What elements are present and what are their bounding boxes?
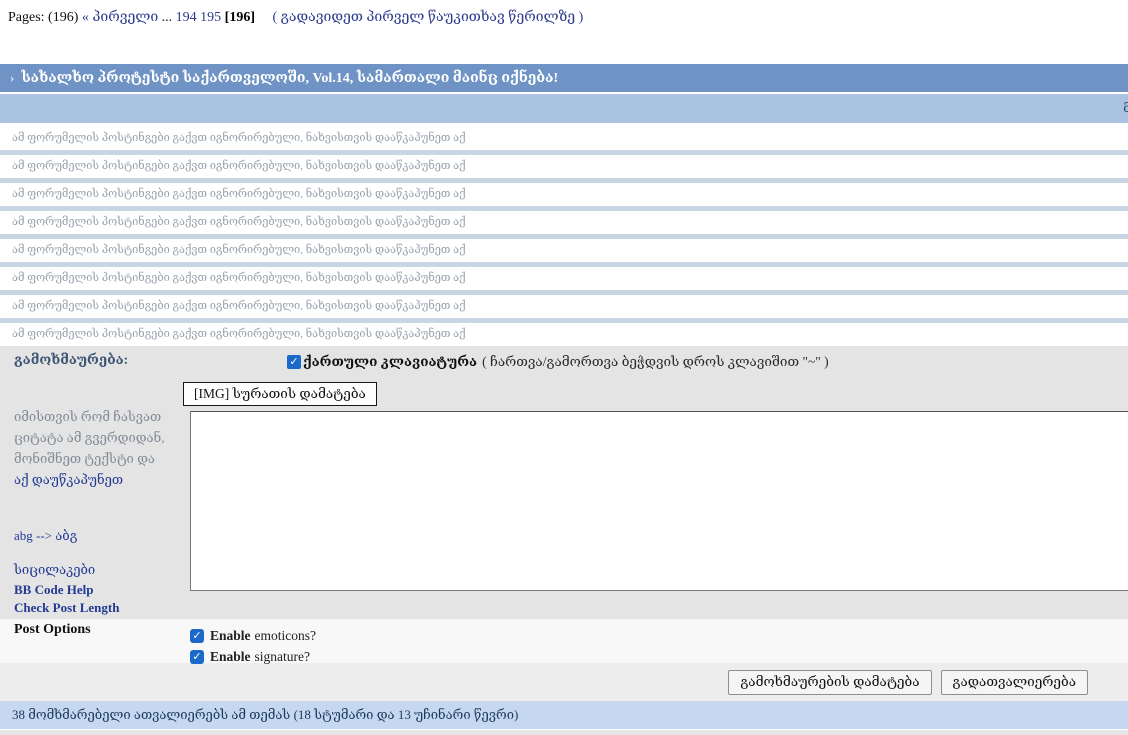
reply-form: გამოხმაურება: ✓ ქართული კლავიატურა ( ჩარ… xyxy=(0,346,1128,619)
post-options-section: Post Options ✓ Enable emoticons? ✓ Enabl… xyxy=(0,619,1128,664)
page-194-link[interactable]: 194 xyxy=(176,10,197,25)
topic-viewers-bar: 38 მომხმარებელი ათვალიერებს ამ თემას (18… xyxy=(0,701,1128,729)
first-page-link[interactable]: « პირველი xyxy=(82,10,158,25)
topic-viewers-text: 38 მომხმარებელი ათვალიერებს ამ თემას (18… xyxy=(12,707,519,722)
subbar-cut-text: მი xyxy=(1123,101,1128,115)
option-label-rest: emoticons? xyxy=(254,627,316,643)
quote-hint-line: იმისთვის რომ ჩასვათ xyxy=(14,409,162,424)
ignored-post-row[interactable]: ამ ფორუმელის პოსტინგები გაქვთ იგნორირებუ… xyxy=(0,155,1128,178)
enable-emoticons-checkbox[interactable]: ✓ xyxy=(190,628,204,643)
ignored-post-row[interactable]: ამ ფორუმელის პოსტინგები გაქვთ იგნორირებუ… xyxy=(0,323,1128,346)
georgian-keyboard-row: ✓ ქართული კლავიატურა ( ჩართვა/გამორთვა ბ… xyxy=(287,354,829,370)
goto-unread-link[interactable]: ( გადავიდეთ პირველ წაუკითხავ წერილზე ) xyxy=(272,10,583,25)
abg-translit-link[interactable]: abg --> აბგ xyxy=(14,528,77,544)
insert-quote-link[interactable]: აქ დაუწკაპუნეთ xyxy=(14,469,164,490)
quote-hint-line: მონიშნეთ ტექსტი და xyxy=(14,451,155,466)
add-reply-button[interactable]: გამოხმაურების დამატება xyxy=(728,669,932,695)
ignored-post-row[interactable]: ამ ფორუმელის პოსტინგები გაქვთ იგნორირებუ… xyxy=(0,295,1128,318)
ignored-post-row[interactable]: ამ ფორუმელის პოსტინგები გაქვთ იგნორირებუ… xyxy=(0,127,1128,150)
post-options-list: ✓ Enable emoticons? ✓ Enable signature? xyxy=(190,625,316,667)
ignored-post-row[interactable]: ამ ფორუმელის პოსტინგები გაქვთ იგნორირებუ… xyxy=(0,267,1128,290)
reply-label: გამოხმაურება: xyxy=(14,352,129,367)
enable-emoticons-row: ✓ Enable emoticons? xyxy=(190,625,316,646)
quote-hint: იმისთვის რომ ჩასვათ ციტატა ამ გვერდიდან,… xyxy=(14,406,164,490)
bottom-strip xyxy=(0,729,1128,735)
ignored-posts-list: ამ ფორუმელის პოსტინგები გაქვთ იგნორირებუ… xyxy=(0,127,1128,346)
smilies-link[interactable]: სიცილაკები xyxy=(14,562,95,578)
georgian-keyboard-hint: ( ჩართვა/გამორთვა ბეჭდვის დროს კლავიშით … xyxy=(482,354,829,369)
chevron-right-icon: › xyxy=(10,70,15,85)
topic-title-bar: › სახალხო პროტესტი საქართველოში, Vol.14, … xyxy=(0,64,1128,92)
pages-ellipsis: ... xyxy=(161,10,173,25)
georgian-keyboard-label: ქართული კლავიატურა xyxy=(303,354,478,369)
check-post-length-link[interactable]: Check Post Length xyxy=(14,600,119,616)
quote-hint-line: ციტატა ამ გვერდიდან, xyxy=(14,430,165,445)
georgian-keyboard-checkbox[interactable]: ✓ xyxy=(287,355,301,369)
page-195-link[interactable]: 195 xyxy=(200,10,221,25)
post-options-title: Post Options xyxy=(14,622,91,637)
option-label-bold: Enable xyxy=(210,648,251,664)
option-label-rest: signature? xyxy=(254,648,310,664)
ignored-post-row[interactable]: ამ ფორუმელის პოსტინგები გაქვთ იგნორირებუ… xyxy=(0,239,1128,262)
ignored-post-row[interactable]: ამ ფორუმელის პოსტინგები გაქვთ იგნორირებუ… xyxy=(0,211,1128,234)
ignored-post-row[interactable]: ამ ფორუმელის პოსტინგები გაქვთ იგნორირებუ… xyxy=(0,183,1128,206)
bbcode-help-link[interactable]: BB Code Help xyxy=(14,582,93,598)
form-actions: გამოხმაურების დამატება გადათვალიერება xyxy=(0,663,1128,701)
enable-signature-checkbox[interactable]: ✓ xyxy=(190,649,204,664)
preview-button[interactable]: გადათვალიერება xyxy=(940,669,1088,695)
reply-textarea[interactable] xyxy=(190,411,1128,591)
add-image-button[interactable]: [IMG] სურათის დამატება xyxy=(183,382,377,406)
topic-title: სახალხო პროტესტი საქართველოში, Vol.14, ს… xyxy=(21,71,559,86)
pages-label: Pages: (196) xyxy=(8,10,79,25)
option-label-bold: Enable xyxy=(210,627,251,643)
topic-sub-bar: მი xyxy=(0,94,1128,123)
pagination-bar: Pages: (196) « პირველი ... 194 195 [196]… xyxy=(0,0,1128,64)
current-page: [196] xyxy=(224,10,255,25)
enable-signature-row: ✓ Enable signature? xyxy=(190,646,316,667)
